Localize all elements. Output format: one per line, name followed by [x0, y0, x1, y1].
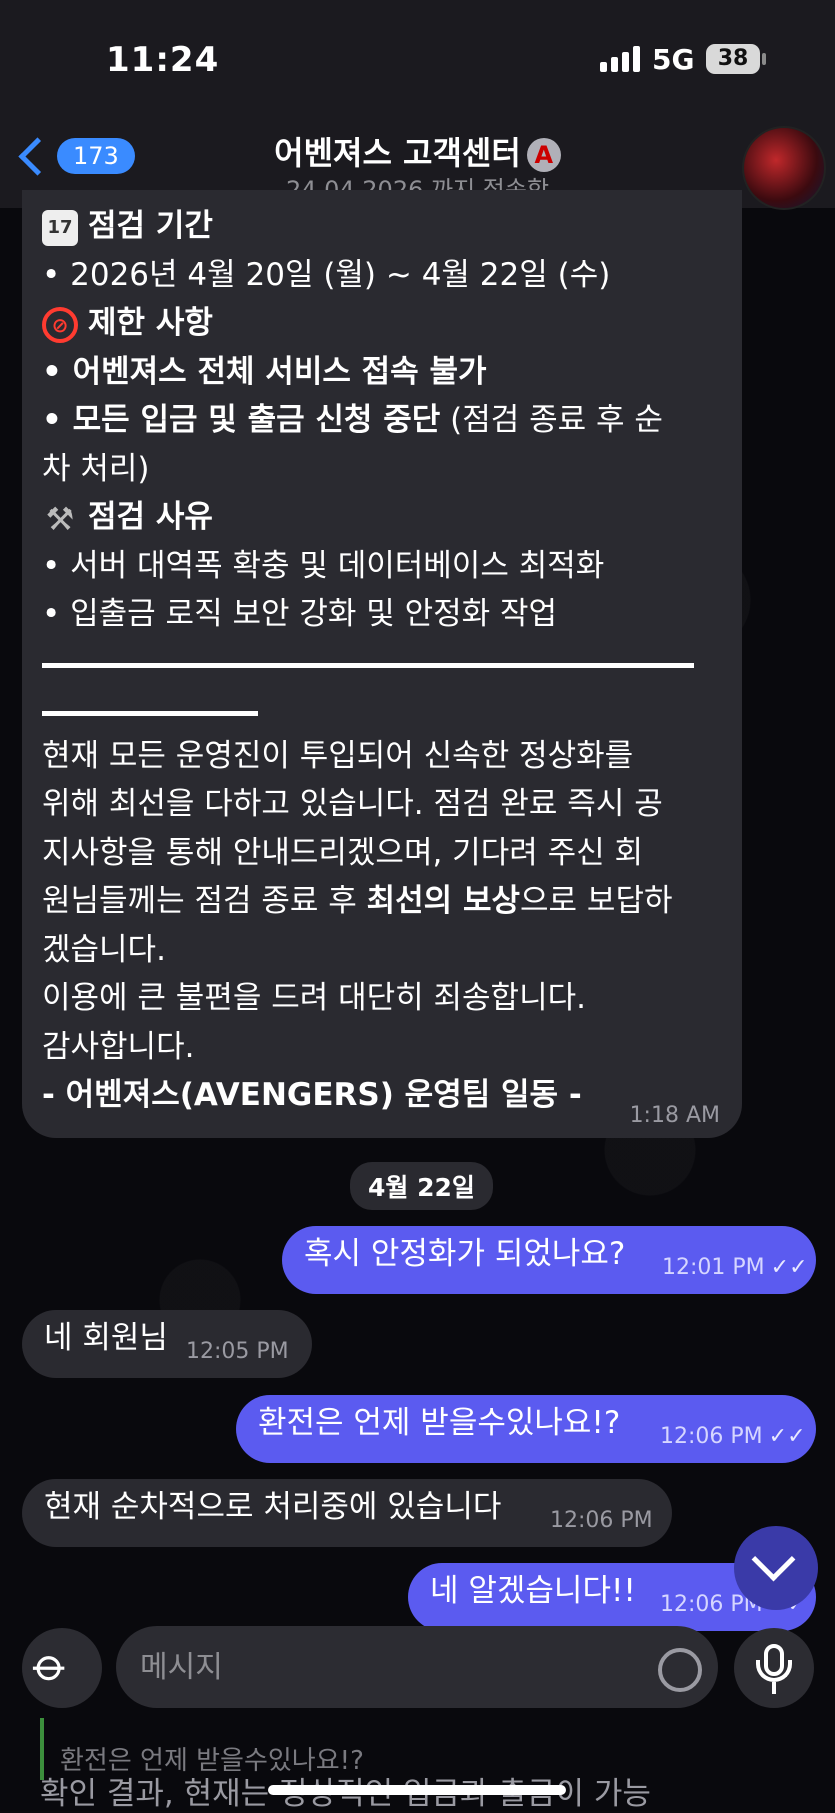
- message-text: 환전은 언제 받을수있나요!?: [258, 1405, 621, 1441]
- message-time: 12:06 PM: [660, 1424, 763, 1449]
- message-text: 네 회원님: [44, 1320, 168, 1356]
- body-line-5: 겠습니다.: [42, 931, 166, 968]
- signal-icon: [600, 46, 640, 72]
- body-line-4a: 원님들께는 점검 종료 후: [42, 883, 367, 919]
- message-time: 12:01 PM: [662, 1255, 765, 1280]
- incoming-message[interactable]: 네 회원님 12:05 PM: [22, 1310, 312, 1378]
- paperclip-icon: ⌀: [22, 1636, 81, 1694]
- restriction-1: • 어벤져스 전체 서비스 접속 불가: [42, 353, 487, 390]
- message-time: 1:18 AM: [629, 1103, 720, 1128]
- network-type: 5G: [652, 43, 695, 76]
- maintenance-period-label: 점검 기간: [88, 208, 213, 244]
- microphone-button[interactable]: [734, 1628, 814, 1708]
- double-check-icon: ✓✓: [768, 1424, 806, 1449]
- message-composer: ⌀ 환전은 언제 받을수있나요!? 확인 결과, 현재는 정상적인 입금과 출금…: [0, 1626, 835, 1812]
- calendar-icon: 17: [42, 209, 78, 246]
- body-line-1: 현재 모든 운영진이 투입되어 신속한 정상화를: [42, 737, 634, 774]
- battery-tip: [762, 53, 766, 65]
- reason-label: 점검 사유: [88, 499, 213, 535]
- message-time: 12:05 PM: [186, 1339, 289, 1364]
- unread-count-badge: 173: [57, 138, 135, 174]
- sticker-icon[interactable]: [658, 1648, 702, 1692]
- battery-icon: 38: [706, 44, 760, 74]
- message-text: 현재 순차적으로 처리중에 있습니다: [44, 1489, 502, 1525]
- date-separator: 4월 22일: [350, 1162, 493, 1210]
- double-check-icon: ✓✓: [770, 1255, 808, 1280]
- status-time: 11:24: [106, 40, 220, 80]
- restriction-2-cont: 차 처리): [42, 450, 150, 487]
- restriction-2-bold: • 모든 입금 및 출금 신청 중단: [42, 402, 441, 438]
- microphone-leg: [772, 1682, 776, 1694]
- home-indicator: [268, 1785, 566, 1795]
- body-line-4c: 으로 보답하: [520, 883, 673, 919]
- attach-button[interactable]: ⌀: [22, 1628, 102, 1708]
- body-line-3: 지사항을 통해 안내드리겠으며, 기다려 주신 회: [42, 834, 644, 871]
- message-input[interactable]: [116, 1626, 718, 1708]
- signature-line: - 어벤져스(AVENGERS) 운영팀 일동 -: [42, 1077, 582, 1113]
- message-text: 네 알겠습니다!!: [430, 1573, 636, 1609]
- incoming-message-notice[interactable]: 17 점검 기간 • 2026년 4월 20일 (월) ~ 4월 22일 (수) …: [22, 190, 742, 1138]
- body-line-4-bold: 최선의 보상: [366, 883, 521, 919]
- reason-2: • 입출금 로직 보안 강화 및 안정화 작업: [42, 596, 558, 632]
- chevron-down-icon: [751, 1537, 796, 1582]
- scroll-to-bottom-button[interactable]: [734, 1526, 818, 1610]
- chat-avatar[interactable]: [742, 126, 826, 210]
- outgoing-message[interactable]: 환전은 언제 받을수있나요!? 12:06 PM ✓✓: [236, 1395, 816, 1463]
- message-time: 12:06 PM: [550, 1508, 653, 1533]
- back-button[interactable]: 173: [14, 136, 135, 176]
- microphone-stand: [756, 1660, 792, 1682]
- reason-1: • 서버 대역폭 확충 및 데이터베이스 최적화: [42, 547, 605, 584]
- body-line-7: 감사합니다.: [42, 1028, 195, 1065]
- prohibited-icon: ⊘: [42, 306, 78, 343]
- avengers-logo-icon: A: [526, 138, 561, 172]
- body-line-6: 이용에 큰 불편을 드려 대단히 죄송합니다.: [42, 980, 586, 1016]
- restrictions-label: 제한 사항: [88, 305, 213, 341]
- body-line-2: 위해 최선을 다하고 있습니다. 점검 완료 즉시 공: [42, 786, 663, 822]
- restriction-2-rest: (점검 종료 후 순: [440, 402, 663, 438]
- incoming-message[interactable]: 현재 순차적으로 처리중에 있습니다 12:06 PM: [22, 1479, 672, 1547]
- message-text: 혹시 안정화가 되었나요?: [304, 1236, 626, 1272]
- tools-icon: ⚒: [45, 499, 75, 538]
- status-bar: 11:24 5G 38: [0, 0, 835, 120]
- chevron-left-icon: [18, 136, 57, 176]
- outgoing-message[interactable]: 혹시 안정화가 되었나요? 12:01 PM ✓✓: [282, 1226, 816, 1294]
- period-line: • 2026년 4월 20일 (월) ~ 4월 22일 (수): [42, 256, 611, 293]
